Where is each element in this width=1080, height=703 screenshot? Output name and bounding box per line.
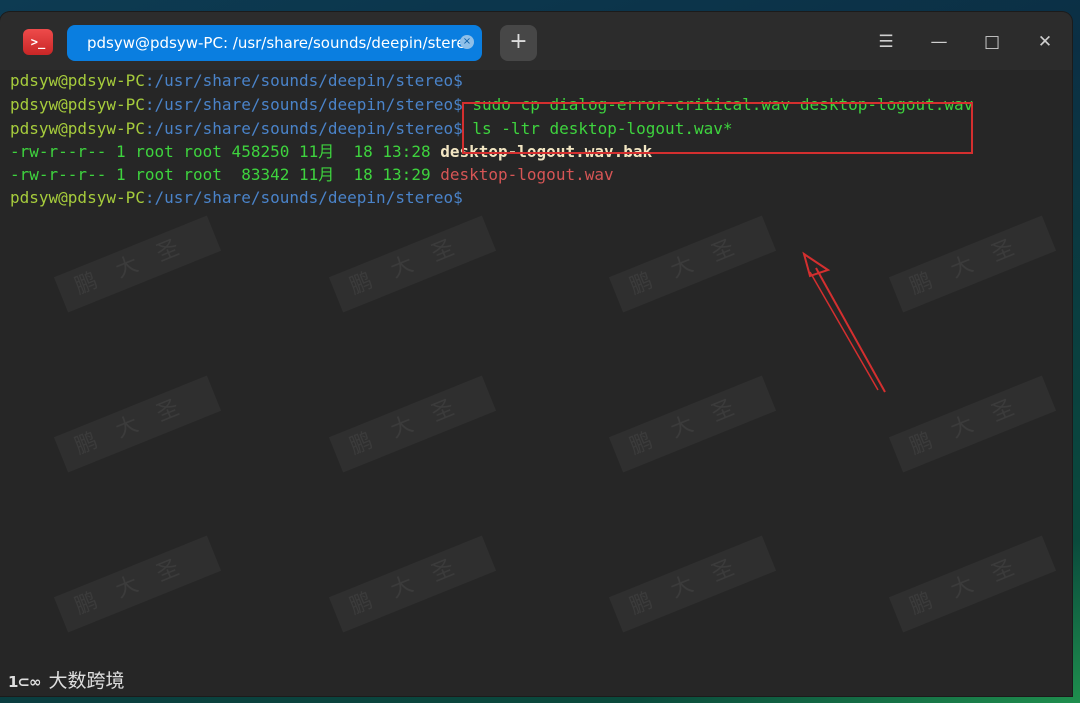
prompt-path: /usr/share/sounds/deepin/stereo	[154, 71, 454, 90]
brand-logo: 1⊂∞ 大数跨境	[8, 666, 125, 696]
watermark: 鹏大圣	[608, 215, 777, 313]
watermark: 鹏大圣	[608, 375, 777, 473]
tab-title: pdsyw@pdsyw-PC: /usr/share/sounds/deepin…	[87, 34, 463, 52]
prompt-user: pdsyw@pdsyw-PC	[10, 119, 145, 138]
title-bar: >_ pdsyw@pdsyw-PC: /usr/share/sounds/dee…	[0, 12, 1072, 70]
prompt-separator: :	[144, 95, 155, 114]
watermark: 鹏大圣	[888, 375, 1057, 473]
prompt-dollar: $	[453, 71, 463, 90]
watermark: 鹏大圣	[53, 535, 222, 633]
watermark: 鹏大圣	[53, 375, 222, 473]
watermark: 鹏大圣	[888, 535, 1057, 633]
watermark: 鹏大圣	[328, 375, 497, 473]
file-metadata: -rw-r--r-- 1 root root 83342 11月 18 13:2…	[10, 165, 441, 184]
prompt-path: /usr/share/sounds/deepin/stereo	[154, 119, 454, 138]
close-button[interactable]: ✕	[1030, 28, 1060, 56]
terminal-line-prompt: pdsyw@pdsyw-PC:/usr/share/sounds/deepin/…	[10, 187, 463, 209]
minimize-button[interactable]: —	[924, 28, 954, 56]
prompt-path: /usr/share/sounds/deepin/stereo	[154, 188, 454, 207]
tab-active[interactable]: pdsyw@pdsyw-PC: /usr/share/sounds/deepin…	[67, 25, 482, 61]
terminal-app-icon[interactable]: >_	[23, 29, 53, 55]
prompt-user: pdsyw@pdsyw-PC	[10, 95, 145, 114]
prompt-separator: :	[144, 71, 155, 90]
watermark: 鹏大圣	[608, 535, 777, 633]
prompt-user: pdsyw@pdsyw-PC	[10, 188, 145, 207]
terminal-line-prompt: pdsyw@pdsyw-PC:/usr/share/sounds/deepin/…	[10, 70, 463, 92]
prompt-dollar: $	[453, 188, 463, 207]
menu-icon[interactable]: ☰	[871, 28, 901, 56]
watermark: 鹏大圣	[328, 215, 497, 313]
maximize-button[interactable]: □	[977, 28, 1007, 56]
new-tab-button[interactable]: +	[500, 25, 537, 61]
brand-mark-icon: 1⊂∞	[8, 673, 42, 691]
prompt-user: pdsyw@pdsyw-PC	[10, 71, 145, 90]
watermark: 鹏大圣	[888, 215, 1057, 313]
watermark: 鹏大圣	[53, 215, 222, 313]
prompt-separator: :	[144, 119, 155, 138]
annotation-highlight-box	[462, 102, 973, 154]
file-name-wav: desktop-logout.wav	[440, 165, 614, 184]
terminal-window: >_ pdsyw@pdsyw-PC: /usr/share/sounds/dee…	[0, 12, 1072, 696]
annotation-arrow-icon	[802, 251, 886, 393]
file-metadata: -rw-r--r-- 1 root root 458250 11月 18 13:…	[10, 142, 441, 161]
prompt-path: /usr/share/sounds/deepin/stereo	[154, 95, 454, 114]
terminal-line-file-wav: -rw-r--r-- 1 root root 83342 11月 18 13:2…	[10, 164, 614, 186]
tab-close-icon[interactable]: ×	[460, 35, 474, 49]
watermark: 鹏大圣	[328, 535, 497, 633]
brand-name: 大数跨境	[48, 670, 125, 692]
terminal-output[interactable]: 鹏大圣 鹏大圣 鹏大圣 鹏大圣 鹏大圣 鹏大圣 鹏大圣 鹏大圣 鹏大圣 鹏大圣 …	[0, 70, 1072, 696]
prompt-separator: :	[144, 188, 155, 207]
